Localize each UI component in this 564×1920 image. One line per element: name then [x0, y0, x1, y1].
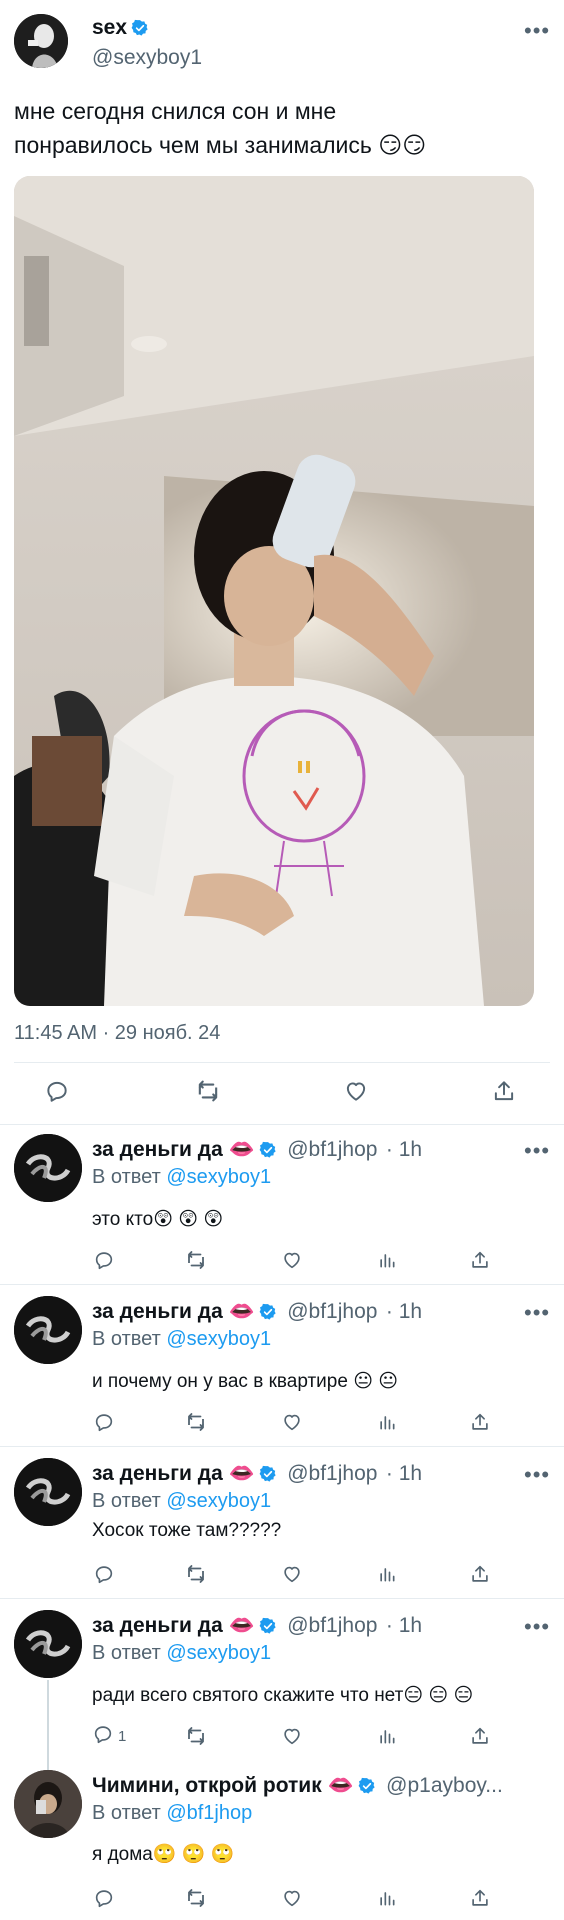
- share-icon[interactable]: [489, 1076, 519, 1106]
- like-icon[interactable]: [280, 1410, 304, 1434]
- reply-icon[interactable]: [92, 1248, 116, 1272]
- reply-time[interactable]: · 1h: [386, 1138, 422, 1161]
- reply-icon[interactable]: [42, 1076, 72, 1106]
- reply-tweet[interactable]: за деньги да 👄 @bf1jhop · 1h ••• В ответ…: [0, 1124, 564, 1284]
- more-options-icon[interactable]: •••: [524, 1138, 550, 1164]
- share-icon[interactable]: [468, 1562, 492, 1586]
- reply-to-link[interactable]: @sexyboy1: [166, 1166, 271, 1188]
- like-icon[interactable]: [280, 1248, 304, 1272]
- share-icon[interactable]: [468, 1248, 492, 1272]
- more-options-icon[interactable]: •••: [524, 1462, 550, 1488]
- like-icon[interactable]: [280, 1562, 304, 1586]
- reply-text: и почему он у вас в квартире 😐 😐: [92, 1371, 399, 1392]
- main-tweet-text-line1: мне сегодня снился сон и мне: [14, 98, 337, 124]
- thread-connector-line: [47, 1680, 49, 1772]
- reply-author-handle[interactable]: @bf1jhop: [287, 1300, 377, 1323]
- reply-author-name[interactable]: за деньги да 👄: [92, 1462, 255, 1485]
- reply-time[interactable]: · 1h: [386, 1462, 422, 1485]
- like-icon[interactable]: [280, 1724, 304, 1748]
- more-options-icon[interactable]: •••: [524, 1300, 550, 1326]
- reply-author-handle[interactable]: @bf1jhop: [287, 1614, 377, 1637]
- reply-tweet[interactable]: за деньги да 👄 @bf1jhop · 1h ••• В ответ…: [0, 1600, 564, 1772]
- reply-author-name[interactable]: за деньги да 👄: [92, 1300, 255, 1323]
- reply-tweet[interactable]: за деньги да 👄 @bf1jhop · 1h ••• В ответ…: [0, 1286, 564, 1446]
- retweet-icon[interactable]: [184, 1724, 208, 1748]
- verified-badge-icon: [259, 1465, 277, 1488]
- reply-to-link[interactable]: @sexyboy1: [166, 1642, 271, 1664]
- main-author-name[interactable]: sex: [92, 16, 127, 39]
- verified-badge-icon: [259, 1303, 277, 1326]
- reply-icon[interactable]: [92, 1886, 116, 1910]
- like-icon[interactable]: [341, 1076, 371, 1106]
- reply-text: Хосок тоже там?????: [92, 1520, 282, 1541]
- reply-author-avatar[interactable]: [14, 1610, 82, 1678]
- reply-text: ради всего святого скажите что нет😑 😑 😑: [92, 1685, 474, 1706]
- analytics-icon[interactable]: [375, 1410, 399, 1434]
- reply-author-handle[interactable]: @bf1jhop: [287, 1462, 377, 1485]
- retweet-icon[interactable]: [184, 1886, 208, 1910]
- main-author-handle[interactable]: @sexyboy1: [92, 46, 202, 70]
- analytics-icon[interactable]: [375, 1562, 399, 1586]
- reply-icon[interactable]: [92, 1410, 116, 1434]
- more-options-icon[interactable]: •••: [524, 1614, 550, 1640]
- reply-author-avatar[interactable]: [14, 1296, 82, 1364]
- tweet-media-photo[interactable]: [14, 176, 534, 1006]
- like-icon[interactable]: [280, 1886, 304, 1910]
- reply-context-prefix: В ответ: [92, 1802, 161, 1824]
- reply-time[interactable]: · 1h: [386, 1614, 422, 1637]
- reply-time[interactable]: · 1h: [386, 1300, 422, 1323]
- analytics-icon[interactable]: [375, 1248, 399, 1272]
- share-icon[interactable]: [468, 1886, 492, 1910]
- reply-context-prefix: В ответ: [92, 1642, 161, 1664]
- reply-author-avatar[interactable]: [14, 1770, 82, 1838]
- main-tweet-text-line2: понравилось чем мы занимались 😏😏: [14, 132, 427, 158]
- verified-badge-icon: [131, 19, 149, 42]
- reply-context-prefix: В ответ: [92, 1328, 161, 1350]
- reply-context-prefix: В ответ: [92, 1490, 161, 1512]
- reply-text: я дома🙄 🙄 🙄: [92, 1844, 235, 1865]
- retweet-icon[interactable]: [184, 1248, 208, 1272]
- divider: [0, 1284, 564, 1285]
- reply-author-name[interactable]: за деньги да 👄: [92, 1138, 255, 1161]
- reply-text: это кто😲 😲 😲: [92, 1209, 224, 1230]
- verified-badge-icon: [358, 1777, 376, 1800]
- retweet-icon[interactable]: [184, 1410, 208, 1434]
- reply-context-prefix: В ответ: [92, 1166, 161, 1188]
- reply-to-link[interactable]: @bf1jhop: [166, 1802, 252, 1824]
- reply-tweet[interactable]: Чимини, открой ротик 👄 @p1ayboy... В отв…: [0, 1762, 564, 1920]
- main-tweet-timestamp[interactable]: 11:45 AM · 29 нояб. 24: [14, 1022, 220, 1045]
- share-icon[interactable]: [468, 1724, 492, 1748]
- verified-badge-icon: [259, 1617, 277, 1640]
- reply-author-handle[interactable]: @bf1jhop: [287, 1138, 377, 1161]
- analytics-icon[interactable]: [375, 1886, 399, 1910]
- main-author-avatar[interactable]: [14, 14, 68, 68]
- reply-author-handle[interactable]: @p1ayboy...: [386, 1774, 503, 1797]
- retweet-icon[interactable]: [193, 1076, 223, 1106]
- reply-to-link[interactable]: @sexyboy1: [166, 1490, 271, 1512]
- analytics-icon[interactable]: [375, 1724, 399, 1748]
- reply-icon[interactable]: [92, 1723, 114, 1750]
- reply-author-name[interactable]: за деньги да 👄: [92, 1614, 255, 1637]
- reply-author-avatar[interactable]: [14, 1134, 82, 1202]
- divider: [0, 1598, 564, 1599]
- reply-count: 1: [118, 1727, 127, 1745]
- retweet-icon[interactable]: [184, 1562, 208, 1586]
- reply-button[interactable]: 1: [92, 1724, 126, 1748]
- reply-author-name[interactable]: Чимини, открой ротик 👄: [92, 1774, 354, 1797]
- share-icon[interactable]: [468, 1410, 492, 1434]
- reply-author-avatar[interactable]: [14, 1458, 82, 1526]
- divider: [14, 1062, 550, 1063]
- verified-badge-icon: [259, 1141, 277, 1164]
- reply-icon[interactable]: [92, 1562, 116, 1586]
- divider: [0, 1446, 564, 1447]
- reply-tweet[interactable]: за деньги да 👄 @bf1jhop · 1h ••• В ответ…: [0, 1448, 564, 1598]
- reply-to-link[interactable]: @sexyboy1: [166, 1328, 271, 1350]
- more-options-icon[interactable]: •••: [524, 18, 550, 44]
